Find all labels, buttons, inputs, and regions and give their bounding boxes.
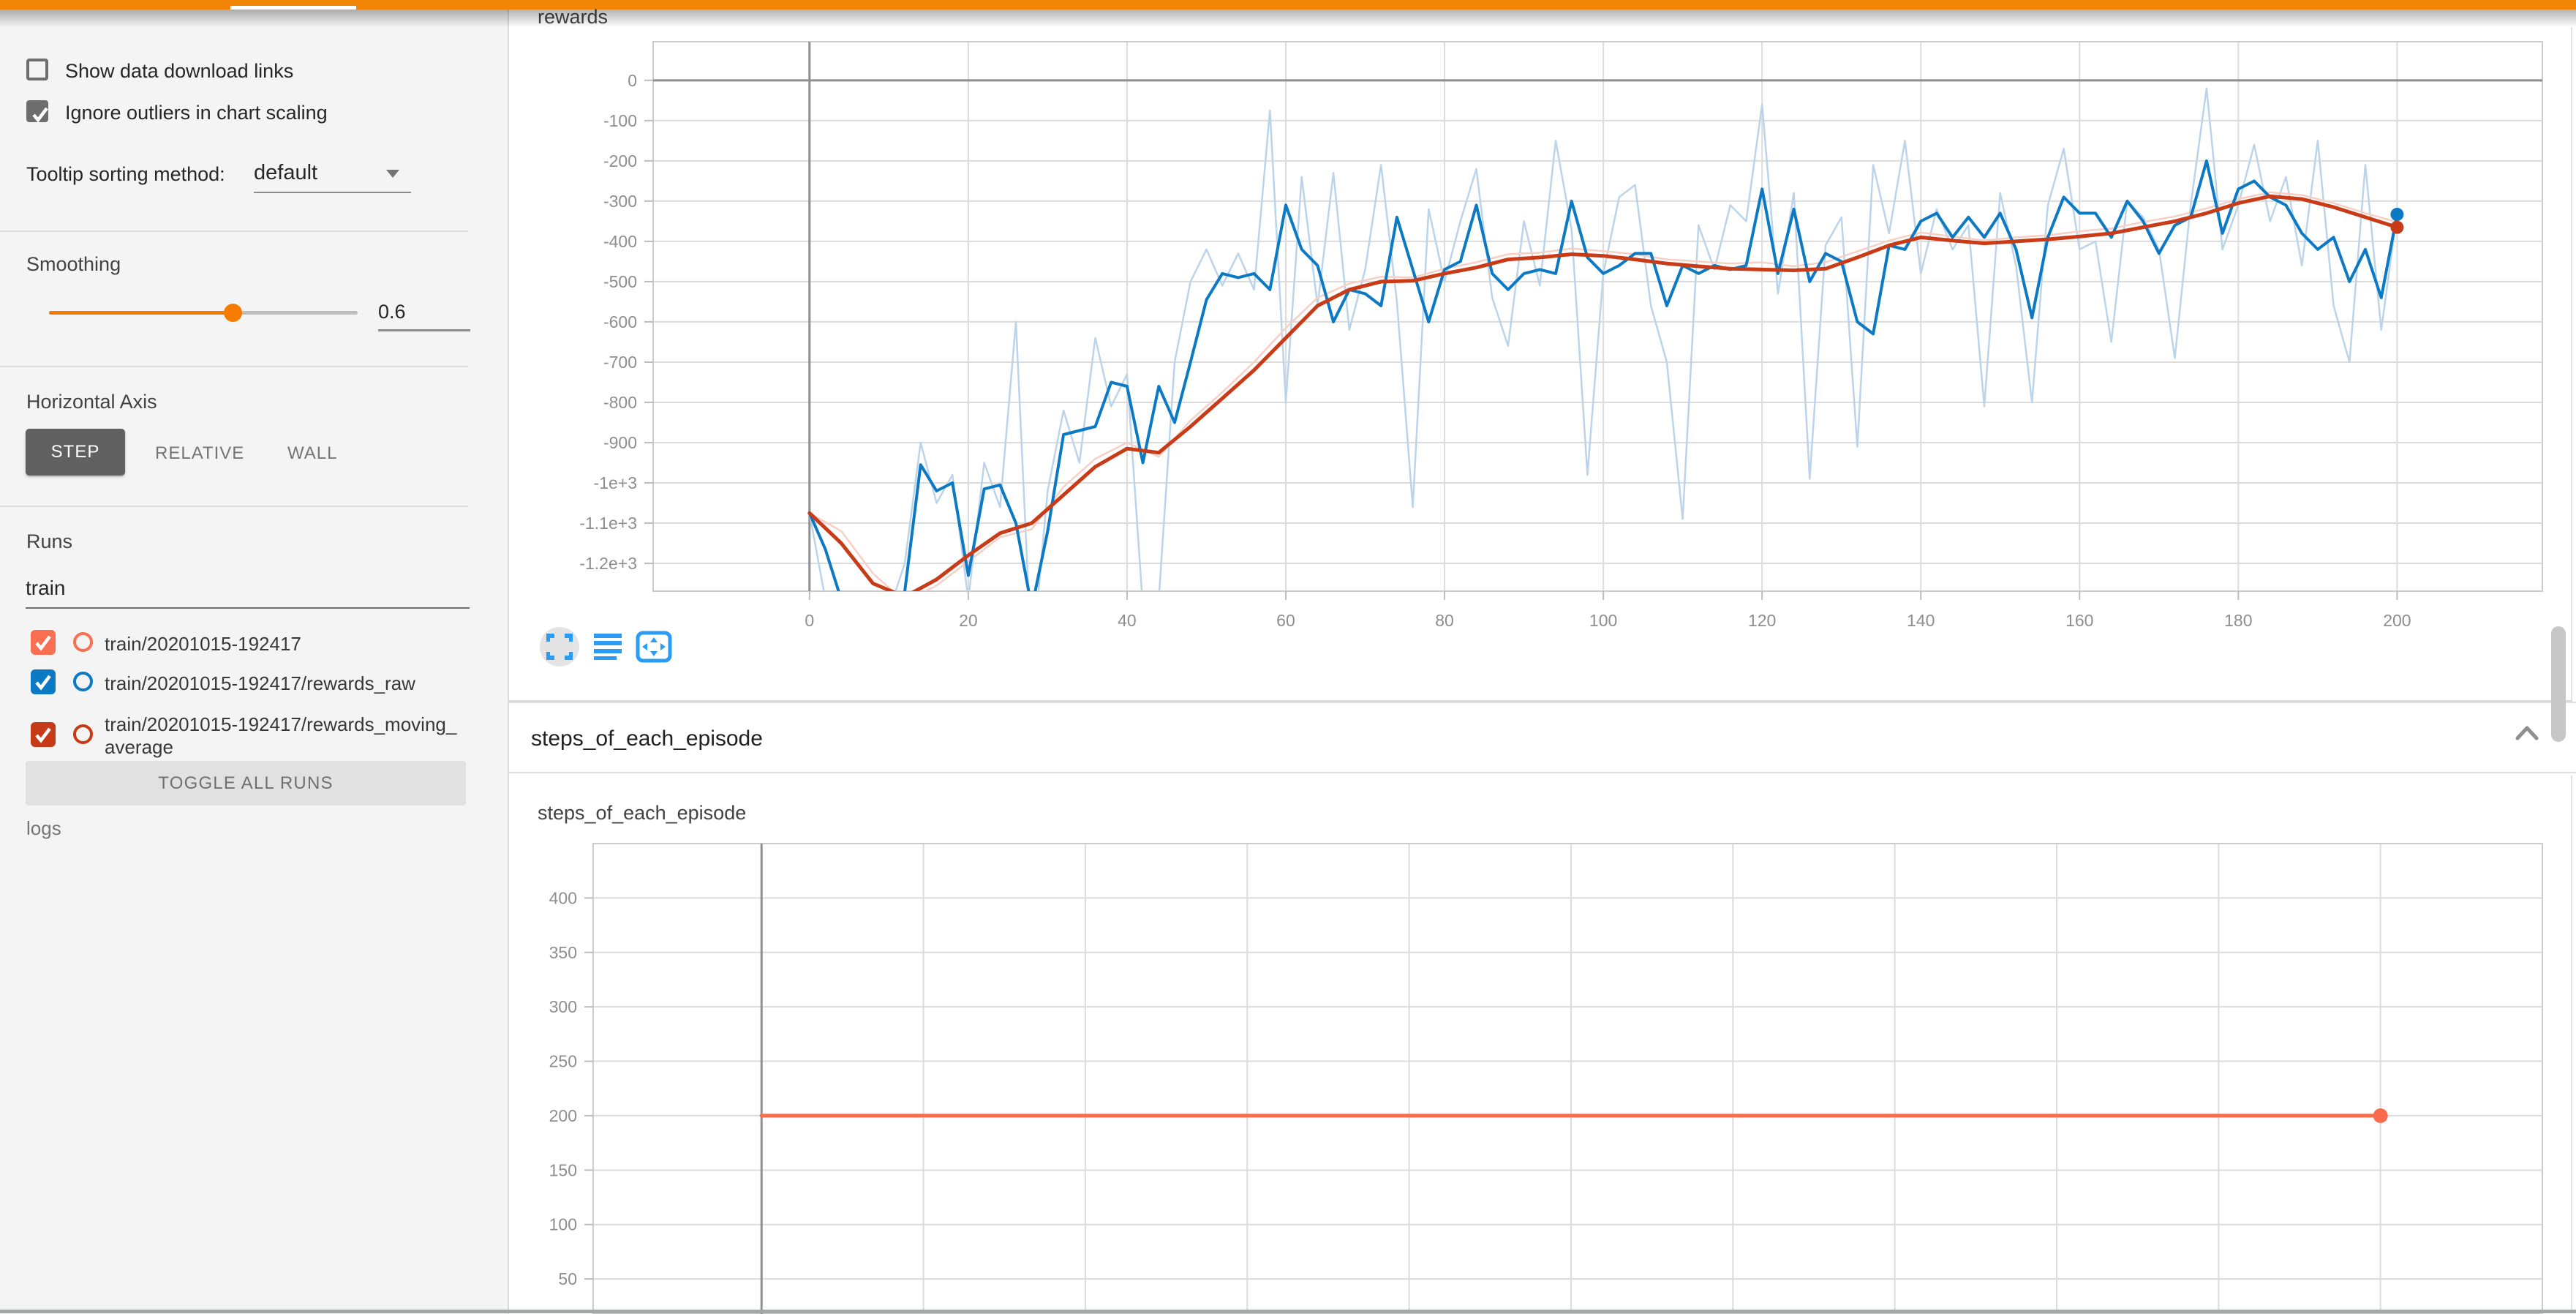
svg-text:200: 200 (2383, 611, 2411, 630)
run1-label: train/20201015-192417 (105, 633, 301, 656)
card-border (2571, 27, 2572, 700)
svg-text:100: 100 (549, 1215, 577, 1234)
fit-domain-icon[interactable] (636, 631, 672, 663)
run-filter-underline (26, 607, 470, 609)
svg-text:-300: -300 (603, 192, 637, 211)
svg-text:-900: -900 (603, 433, 637, 452)
svg-text:0: 0 (805, 611, 814, 630)
svg-text:150: 150 (549, 1160, 577, 1179)
svg-text:100: 100 (1589, 611, 1617, 630)
divider (0, 506, 468, 507)
svg-text:250: 250 (549, 1052, 577, 1071)
svg-text:140: 140 (1907, 611, 1935, 630)
svg-text:-400: -400 (603, 232, 637, 251)
logs-label: logs (26, 817, 61, 840)
rewards-chart-title: rewards (538, 6, 608, 29)
svg-text:300: 300 (549, 997, 577, 1016)
svg-text:400: 400 (549, 888, 577, 907)
active-tab-indicator (230, 6, 356, 10)
tooltip-sorting-value: default (254, 161, 317, 185)
svg-text:-1.1e+3: -1.1e+3 (579, 514, 637, 533)
check-icon (28, 102, 53, 127)
svg-text:-100: -100 (603, 111, 637, 130)
svg-text:60: 60 (1276, 611, 1295, 630)
svg-text:200: 200 (549, 1106, 577, 1125)
rewards-line-chart[interactable]: 0 -100 -200 -300 -400 -500 -600 -700 -800 -900 -1e… (508, 10, 2576, 702)
run3-checkbox[interactable] (31, 722, 56, 747)
check-icon (31, 669, 56, 694)
ignore-outliers-checkbox[interactable] (26, 100, 48, 122)
haxis-wall-button[interactable]: WALL (287, 443, 337, 464)
run-row[interactable]: train/20201015-192417/rewards_moving_ av… (31, 713, 477, 765)
divider (0, 230, 468, 232)
sidebar: Show data download links Ignore outliers… (0, 10, 509, 1314)
window-bottom-edge (0, 1310, 2576, 1313)
svg-text:-1e+3: -1e+3 (594, 473, 637, 492)
svg-text:80: 80 (1435, 611, 1454, 630)
card-border (2571, 776, 2572, 1310)
section-header-title: steps_of_each_episode (531, 727, 763, 751)
run2-label: train/20201015-192417/rewards_raw (105, 672, 415, 695)
svg-text:-600: -600 (603, 312, 637, 331)
show-data-download-links-label: Show data download links (65, 60, 293, 83)
chevron-up-icon[interactable] (2513, 722, 2541, 744)
svg-text:20: 20 (959, 611, 978, 630)
ignore-outliers-row[interactable]: Ignore outliers in chart scaling (26, 100, 480, 124)
steps-line-chart[interactable]: 400 350 300 250 200 150 100 50 (508, 776, 2576, 1314)
svg-text:-800: -800 (603, 393, 637, 412)
svg-text:50: 50 (558, 1269, 577, 1288)
tensorboard-scalars-page: Show data download links Ignore outliers… (0, 0, 2576, 1314)
svg-text:-500: -500 (603, 272, 637, 291)
run1-checkbox[interactable] (31, 630, 56, 655)
run3-radio[interactable] (73, 724, 93, 744)
run2-radio[interactable] (73, 672, 93, 691)
expand-icon[interactable] (546, 634, 573, 660)
smoothing-value-field[interactable]: 0.6 (378, 301, 470, 331)
steps-chart-title: steps_of_each_episode (538, 802, 746, 825)
top-app-bar (0, 0, 2576, 10)
runs-title: Runs (26, 530, 72, 553)
dropdown-underline (254, 192, 411, 193)
run3-label-line1: train/20201015-192417/rewards_moving_ (105, 713, 456, 736)
run1-radio[interactable] (73, 632, 93, 652)
svg-text:-700: -700 (603, 353, 637, 372)
run3-label-line2: average (105, 736, 173, 759)
svg-text:-1.2e+3: -1.2e+3 (579, 554, 637, 573)
ignore-outliers-label: Ignore outliers in chart scaling (65, 102, 328, 124)
divider (0, 366, 468, 367)
chevron-down-icon (386, 170, 399, 178)
svg-text:-200: -200 (603, 151, 637, 170)
svg-text:0: 0 (628, 71, 637, 90)
log-scale-icon[interactable] (594, 632, 623, 661)
tooltip-sorting-label: Tooltip sorting method: (26, 163, 225, 186)
run-row[interactable]: train/20201015-192417/rewards_raw (31, 669, 477, 699)
scrollbar-thumb[interactable] (2551, 626, 2566, 742)
svg-text:120: 120 (1748, 611, 1776, 630)
smoothing-slider-fill (49, 311, 232, 315)
toggle-all-runs-button[interactable]: TOGGLE ALL RUNS (26, 761, 466, 806)
run-filter-input[interactable]: train (26, 577, 65, 600)
svg-text:160: 160 (2065, 611, 2093, 630)
svg-text:40: 40 (1118, 611, 1137, 630)
svg-text:180: 180 (2224, 611, 2252, 630)
run-row[interactable]: train/20201015-192417 (31, 630, 477, 659)
haxis-relative-button[interactable]: RELATIVE (155, 443, 244, 464)
smoothing-slider-thumb[interactable] (224, 304, 242, 322)
run2-checkbox[interactable] (31, 669, 56, 694)
tooltip-sorting-dropdown[interactable]: default (254, 159, 411, 192)
show-data-download-links-row[interactable]: Show data download links (26, 59, 480, 83)
svg-text:350: 350 (549, 943, 577, 962)
haxis-step-button[interactable]: STEP (26, 429, 125, 476)
check-icon (31, 630, 56, 655)
horizontal-axis-label: Horizontal Axis (26, 391, 157, 413)
smoothing-label: Smoothing (26, 253, 121, 276)
section-header[interactable]: steps_of_each_episode (509, 702, 2576, 773)
check-icon (31, 722, 56, 747)
show-data-download-links-checkbox[interactable] (26, 59, 48, 80)
